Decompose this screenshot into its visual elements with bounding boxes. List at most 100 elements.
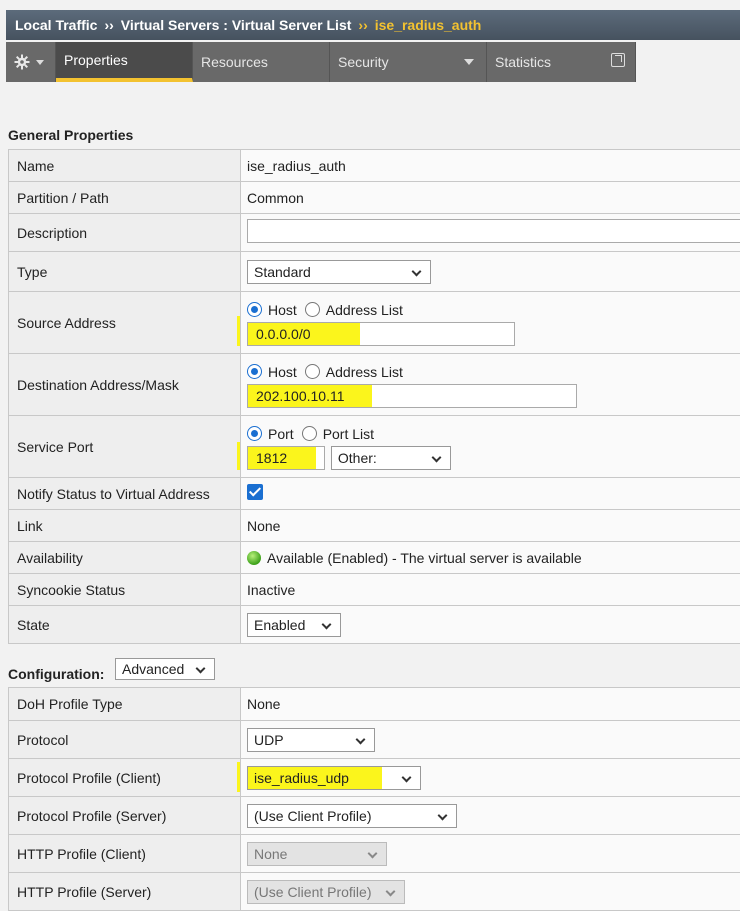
table-row: Type Standard xyxy=(9,252,740,292)
destination-address-list-label: Address List xyxy=(326,364,403,380)
gear-icon xyxy=(14,54,30,70)
destination-host-radio[interactable] xyxy=(247,364,262,379)
name-label: Name xyxy=(9,150,241,182)
source-address-list-radio[interactable] xyxy=(305,302,320,317)
breadcrumb-separator-2: ›› xyxy=(358,17,367,33)
source-host-label: Host xyxy=(268,302,297,318)
general-properties-heading: General Properties xyxy=(8,127,133,143)
breadcrumb-section[interactable]: Local Traffic xyxy=(15,17,97,33)
chevron-down-icon xyxy=(464,59,474,65)
table-row: Destination Address/Mask Host Address Li… xyxy=(9,354,740,416)
settings-menu-button[interactable] xyxy=(6,42,56,82)
source-address-input[interactable]: 0.0.0.0/0 xyxy=(247,322,515,346)
breadcrumb: Local Traffic ›› Virtual Servers : Virtu… xyxy=(6,10,740,40)
source-host-radio[interactable] xyxy=(247,302,262,317)
http-profile-client-label: HTTP Profile (Client) xyxy=(9,835,241,873)
chevron-down-icon xyxy=(412,266,422,276)
chevron-down-icon xyxy=(36,60,44,65)
tab-bar: Properties Resources Security Statistics xyxy=(6,42,636,82)
table-row: DoH Profile Type None xyxy=(9,688,740,721)
table-row: Source Address Host Address List 0.0.0.0… xyxy=(9,292,740,354)
link-label: Link xyxy=(9,510,241,542)
partition-value: Common xyxy=(241,182,740,214)
protocol-profile-client-label: Protocol Profile (Client) xyxy=(9,759,241,797)
partition-label: Partition / Path xyxy=(9,182,241,214)
notify-status-checkbox[interactable] xyxy=(247,484,263,500)
doh-profile-value: None xyxy=(241,688,740,721)
table-row: Syncookie Status Inactive xyxy=(9,574,740,606)
description-input[interactable] xyxy=(247,219,740,243)
destination-address-input[interactable]: 202.100.10.11 xyxy=(247,384,577,408)
source-address-list-label: Address List xyxy=(326,302,403,318)
protocol-profile-server-select[interactable]: (Use Client Profile) xyxy=(247,804,457,828)
port-radio[interactable] xyxy=(247,426,262,441)
link-value: None xyxy=(241,510,740,542)
port-list-radio[interactable] xyxy=(302,426,317,441)
destination-host-label: Host xyxy=(268,364,297,380)
table-row: Protocol Profile (Server) (Use Client Pr… xyxy=(9,797,740,835)
configuration-table: DoH Profile Type None Protocol UDP Proto… xyxy=(8,687,740,911)
tab-security[interactable]: Security xyxy=(330,42,487,82)
type-select[interactable]: Standard xyxy=(247,260,431,284)
chevron-down-icon xyxy=(368,848,378,858)
chevron-down-icon xyxy=(438,810,448,820)
chevron-down-icon xyxy=(356,734,366,744)
description-label: Description xyxy=(9,214,241,252)
table-row: Description xyxy=(9,214,740,252)
service-port-select-value: Other: xyxy=(338,450,377,466)
http-profile-server-select: (Use Client Profile) xyxy=(247,880,405,904)
table-row: Service Port Port Port List 1812 Other: xyxy=(9,416,740,478)
type-select-value: Standard xyxy=(254,264,311,280)
chevron-down-icon xyxy=(196,664,206,674)
highlight-marker xyxy=(237,762,240,792)
highlight-marker xyxy=(237,316,240,346)
tab-statistics-label: Statistics xyxy=(495,54,551,70)
highlight-marker xyxy=(237,442,240,470)
table-row: Name ise_radius_auth xyxy=(9,150,740,182)
service-port-select[interactable]: Other: xyxy=(331,446,451,470)
chevron-down-icon xyxy=(386,886,396,896)
syncookie-label: Syncookie Status xyxy=(9,574,241,606)
table-row: HTTP Profile (Client) None xyxy=(9,835,740,873)
tab-statistics[interactable]: Statistics xyxy=(487,42,636,82)
service-port-input[interactable]: 1812 xyxy=(247,446,325,470)
table-row: HTTP Profile (Server) (Use Client Profil… xyxy=(9,873,740,911)
external-link-icon[interactable] xyxy=(611,53,625,67)
availability-label: Availability xyxy=(9,542,241,574)
breadcrumb-separator: ›› xyxy=(104,17,113,33)
destination-address-list-radio[interactable] xyxy=(305,364,320,379)
doh-profile-label: DoH Profile Type xyxy=(9,688,241,721)
status-available-icon xyxy=(247,551,261,565)
tab-security-label: Security xyxy=(338,54,389,70)
table-row: Protocol Profile (Client) ise_radius_udp xyxy=(9,759,740,797)
table-row: Partition / Path Common xyxy=(9,182,740,214)
configuration-mode-select[interactable]: Advanced xyxy=(115,658,215,680)
breadcrumb-page[interactable]: Virtual Servers : Virtual Server List xyxy=(121,17,352,33)
table-row: Link None xyxy=(9,510,740,542)
syncookie-value: Inactive xyxy=(241,574,740,606)
protocol-label: Protocol xyxy=(9,721,241,759)
protocol-select-value: UDP xyxy=(254,732,284,748)
protocol-profile-server-label: Protocol Profile (Server) xyxy=(9,797,241,835)
tab-properties[interactable]: Properties xyxy=(56,42,193,82)
chevron-down-icon xyxy=(431,452,441,462)
http-profile-server-value: (Use Client Profile) xyxy=(254,884,371,900)
http-profile-server-label: HTTP Profile (Server) xyxy=(9,873,241,911)
protocol-select[interactable]: UDP xyxy=(247,728,375,752)
protocol-profile-server-value: (Use Client Profile) xyxy=(254,808,371,824)
name-value: ise_radius_auth xyxy=(241,150,740,182)
table-row: State Enabled xyxy=(9,606,740,644)
tab-resources[interactable]: Resources xyxy=(193,42,330,82)
state-select[interactable]: Enabled xyxy=(247,613,341,637)
http-profile-client-select: None xyxy=(247,842,387,866)
chevron-down-icon xyxy=(402,772,412,782)
type-label: Type xyxy=(9,252,241,292)
destination-address-label: Destination Address/Mask xyxy=(9,354,241,416)
availability-value: Available (Enabled) - The virtual server… xyxy=(267,550,582,566)
table-row: Availability Available (Enabled) - The v… xyxy=(9,542,740,574)
table-row: Protocol UDP xyxy=(9,721,740,759)
service-port-label: Service Port xyxy=(9,416,241,478)
notify-status-label: Notify Status to Virtual Address xyxy=(9,478,241,510)
protocol-profile-client-select[interactable]: ise_radius_udp xyxy=(247,766,421,790)
configuration-mode-value: Advanced xyxy=(122,661,184,677)
